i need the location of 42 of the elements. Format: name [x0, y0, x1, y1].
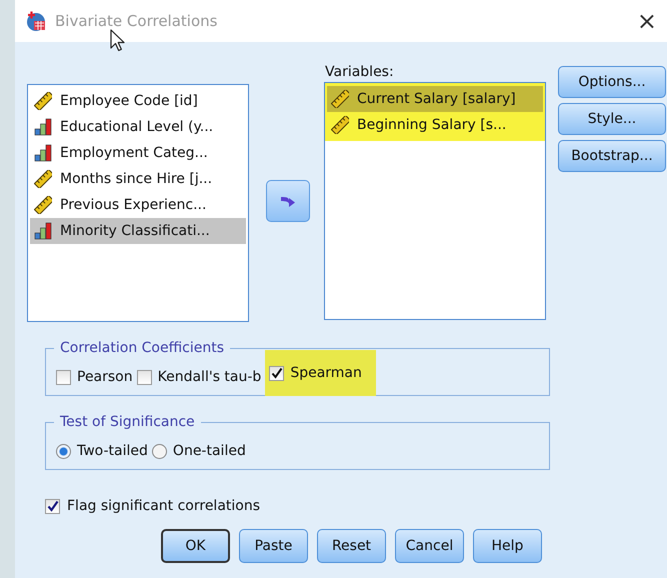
list-item[interactable]: Employment Categ... [30, 140, 246, 166]
list-item[interactable]: Beginning Salary [s... [327, 112, 543, 138]
dialog-button[interactable]: Options... [558, 66, 666, 98]
close-button[interactable]: × [636, 9, 657, 33]
variable-list[interactable]: Employee Code [id] Educational Level (y... Employment Categ... Months since Hire [j... Previous Experienc... Minority Classificati... [27, 84, 249, 322]
list-item[interactable]: Previous Experienc... [30, 192, 246, 218]
list-item[interactable]: Educational Level (y... [30, 114, 246, 140]
bar-chart-icon [34, 118, 52, 136]
bar-chart-icon [34, 144, 52, 162]
dialog-button[interactable]: OK [161, 529, 230, 563]
radio-button[interactable] [152, 444, 167, 458]
checkbox-label[interactable]: Flag significant correlations [67, 498, 260, 514]
bar-chart-icon [34, 222, 52, 240]
dialog-button[interactable]: Reset [317, 529, 386, 563]
checkbox[interactable] [45, 498, 60, 514]
check-icon [46, 500, 58, 512]
group-title: Test of Significance [54, 413, 201, 431]
radio-button[interactable] [56, 444, 71, 458]
list-item[interactable]: Minority Classificati... [30, 218, 246, 244]
list-item[interactable]: Months since Hire [j... [30, 166, 246, 192]
radio-label[interactable]: Two-tailed [77, 443, 148, 459]
dialog-button[interactable]: Cancel [395, 529, 464, 563]
checkbox-label[interactable]: Kendall's tau-b [158, 369, 262, 385]
list-item[interactable]: Employee Code [id] [30, 88, 246, 114]
variable-list[interactable]: Current Salary [salary] Beginning Salary [s... [324, 82, 546, 320]
dialog-button[interactable]: Style... [558, 103, 666, 135]
list-item[interactable]: Current Salary [salary] [327, 86, 543, 112]
move-button[interactable] [266, 180, 310, 222]
checkbox[interactable] [269, 366, 284, 380]
checkbox[interactable] [56, 370, 71, 384]
radio-label[interactable]: One-tailed [172, 443, 246, 459]
window-title: Bivariate Correlations [55, 12, 218, 30]
dialog-button[interactable]: Help [473, 529, 542, 563]
checkbox-label[interactable]: Spearman [290, 365, 362, 381]
list-label: Variables: [324, 63, 395, 82]
dialog-button[interactable]: Paste [239, 529, 308, 563]
arrow-icon [280, 194, 296, 208]
app-icon [25, 10, 47, 32]
dialog-button[interactable]: Bootstrap... [558, 140, 666, 172]
checkbox-label[interactable]: Pearson [77, 369, 133, 385]
check-icon [270, 367, 283, 379]
checkbox[interactable] [136, 370, 152, 384]
